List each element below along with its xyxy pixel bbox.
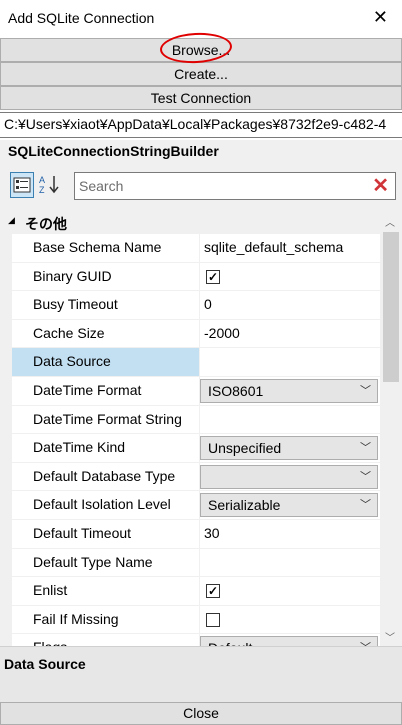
chevron-down-icon: ﹀: [360, 384, 371, 397]
categorized-view-button[interactable]: [10, 172, 34, 198]
property-value[interactable]: 30: [200, 520, 380, 548]
datetime-format-select[interactable]: ISO8601 ﹀: [200, 378, 378, 403]
alphabetical-sort-button[interactable]: A Z: [38, 172, 60, 196]
close-button[interactable]: Close: [0, 702, 402, 725]
categorized-icon: [13, 177, 31, 193]
vertical-scrollbar[interactable]: ︿ ﹀: [380, 212, 402, 646]
property-row-default-isolation-level[interactable]: Default Isolation Level Serializable ﹀: [12, 491, 380, 520]
property-row-datetime-kind[interactable]: DateTime Kind Unspecified ﹀: [12, 434, 380, 463]
property-row-default-timeout[interactable]: Default Timeout 30: [12, 519, 380, 549]
category-header[interactable]: ◢ その他: [0, 212, 380, 232]
property-name: Default Database Type: [33, 467, 176, 484]
enlist-checkbox[interactable]: ✓: [206, 584, 220, 599]
close-icon[interactable]: ✕: [373, 7, 388, 27]
browse-button[interactable]: Browse...: [0, 38, 402, 62]
fail-if-missing-checkbox[interactable]: [206, 612, 220, 627]
svg-text:Z: Z: [39, 185, 45, 195]
property-row-datetime-format[interactable]: DateTime Format ISO8601 ﹀: [12, 376, 380, 406]
description-title: Data Source: [4, 656, 86, 672]
category-label: その他: [25, 216, 67, 232]
description-panel: Data Source: [0, 646, 402, 703]
scroll-up-icon[interactable]: ︿: [385, 214, 395, 229]
title-bar: Add SQLite Connection ✕: [0, 0, 402, 38]
property-value[interactable]: -2000: [200, 320, 380, 348]
sort-az-icon: A Z: [39, 175, 59, 195]
property-row-base-schema-name[interactable]: Base Schema Name sqlite_default_schema: [12, 234, 380, 263]
property-rows: Base Schema Name sqlite_default_schema B…: [12, 234, 380, 663]
property-row-data-source[interactable]: Data Source: [12, 348, 380, 377]
datetime-kind-select[interactable]: Unspecified ﹀: [200, 436, 378, 461]
clear-search-icon[interactable]: ✕: [372, 175, 389, 197]
property-name: Default Type Name: [33, 553, 153, 570]
property-row-default-type-name[interactable]: Default Type Name: [12, 548, 380, 578]
property-value[interactable]: [200, 549, 380, 577]
select-value: ISO8601: [208, 382, 264, 399]
property-name: Binary GUID: [33, 267, 112, 284]
binary-guid-checkbox[interactable]: ✓: [206, 269, 220, 284]
property-row-enlist[interactable]: Enlist ✓: [12, 577, 380, 606]
window-title: Add SQLite Connection: [8, 10, 155, 26]
property-row-fail-if-missing[interactable]: Fail If Missing: [12, 605, 380, 635]
scrollbar-thumb[interactable]: [383, 232, 399, 382]
select-value: Serializable: [208, 497, 281, 514]
svg-text:A: A: [39, 175, 45, 185]
property-name: Base Schema Name: [33, 239, 162, 255]
property-name: Fail If Missing: [33, 610, 119, 627]
chevron-down-icon: ﹀: [360, 470, 371, 483]
object-name-label: SQLiteConnectionStringBuilder: [8, 143, 219, 159]
property-row-busy-timeout[interactable]: Busy Timeout 0: [12, 291, 380, 320]
property-grid: SQLiteConnectionStringBuilder A Z ✕ ◢ その…: [0, 140, 402, 663]
default-database-type-select[interactable]: ﹀: [200, 464, 378, 489]
collapse-triangle-icon[interactable]: ◢: [8, 215, 15, 226]
property-value[interactable]: [200, 406, 380, 434]
property-name: Default Timeout: [33, 524, 132, 541]
property-name: Cache Size: [33, 324, 105, 341]
select-value: Unspecified: [208, 440, 282, 457]
property-name: Enlist: [33, 582, 68, 599]
property-value[interactable]: [200, 348, 380, 376]
scroll-down-icon[interactable]: ﹀: [385, 629, 395, 644]
test-connection-button[interactable]: Test Connection: [0, 86, 402, 110]
property-name: Data Source: [12, 348, 199, 376]
create-button[interactable]: Create...: [0, 62, 402, 86]
database-path-field[interactable]: C:¥Users¥xiaot¥AppData¥Local¥Packages¥87…: [0, 112, 402, 138]
property-row-binary-guid[interactable]: Binary GUID ✓: [12, 262, 380, 292]
property-value[interactable]: 0: [200, 291, 380, 319]
property-name: DateTime Format String: [33, 410, 182, 427]
chevron-down-icon: ﹀: [360, 499, 371, 512]
property-name: Default Isolation Level: [33, 496, 171, 513]
property-name: DateTime Format: [33, 381, 142, 398]
search-box[interactable]: ✕: [74, 172, 396, 200]
property-row-default-database-type[interactable]: Default Database Type ﹀: [12, 462, 380, 492]
property-row-datetime-format-string[interactable]: DateTime Format String: [12, 405, 380, 435]
chevron-down-icon: ﹀: [360, 442, 371, 455]
search-input[interactable]: [79, 176, 365, 196]
property-row-cache-size[interactable]: Cache Size -2000: [12, 319, 380, 349]
property-name: Busy Timeout: [33, 296, 118, 313]
property-name: DateTime Kind: [33, 439, 126, 456]
property-value[interactable]: sqlite_default_schema: [200, 234, 380, 262]
default-isolation-level-select[interactable]: Serializable ﹀: [200, 493, 378, 518]
